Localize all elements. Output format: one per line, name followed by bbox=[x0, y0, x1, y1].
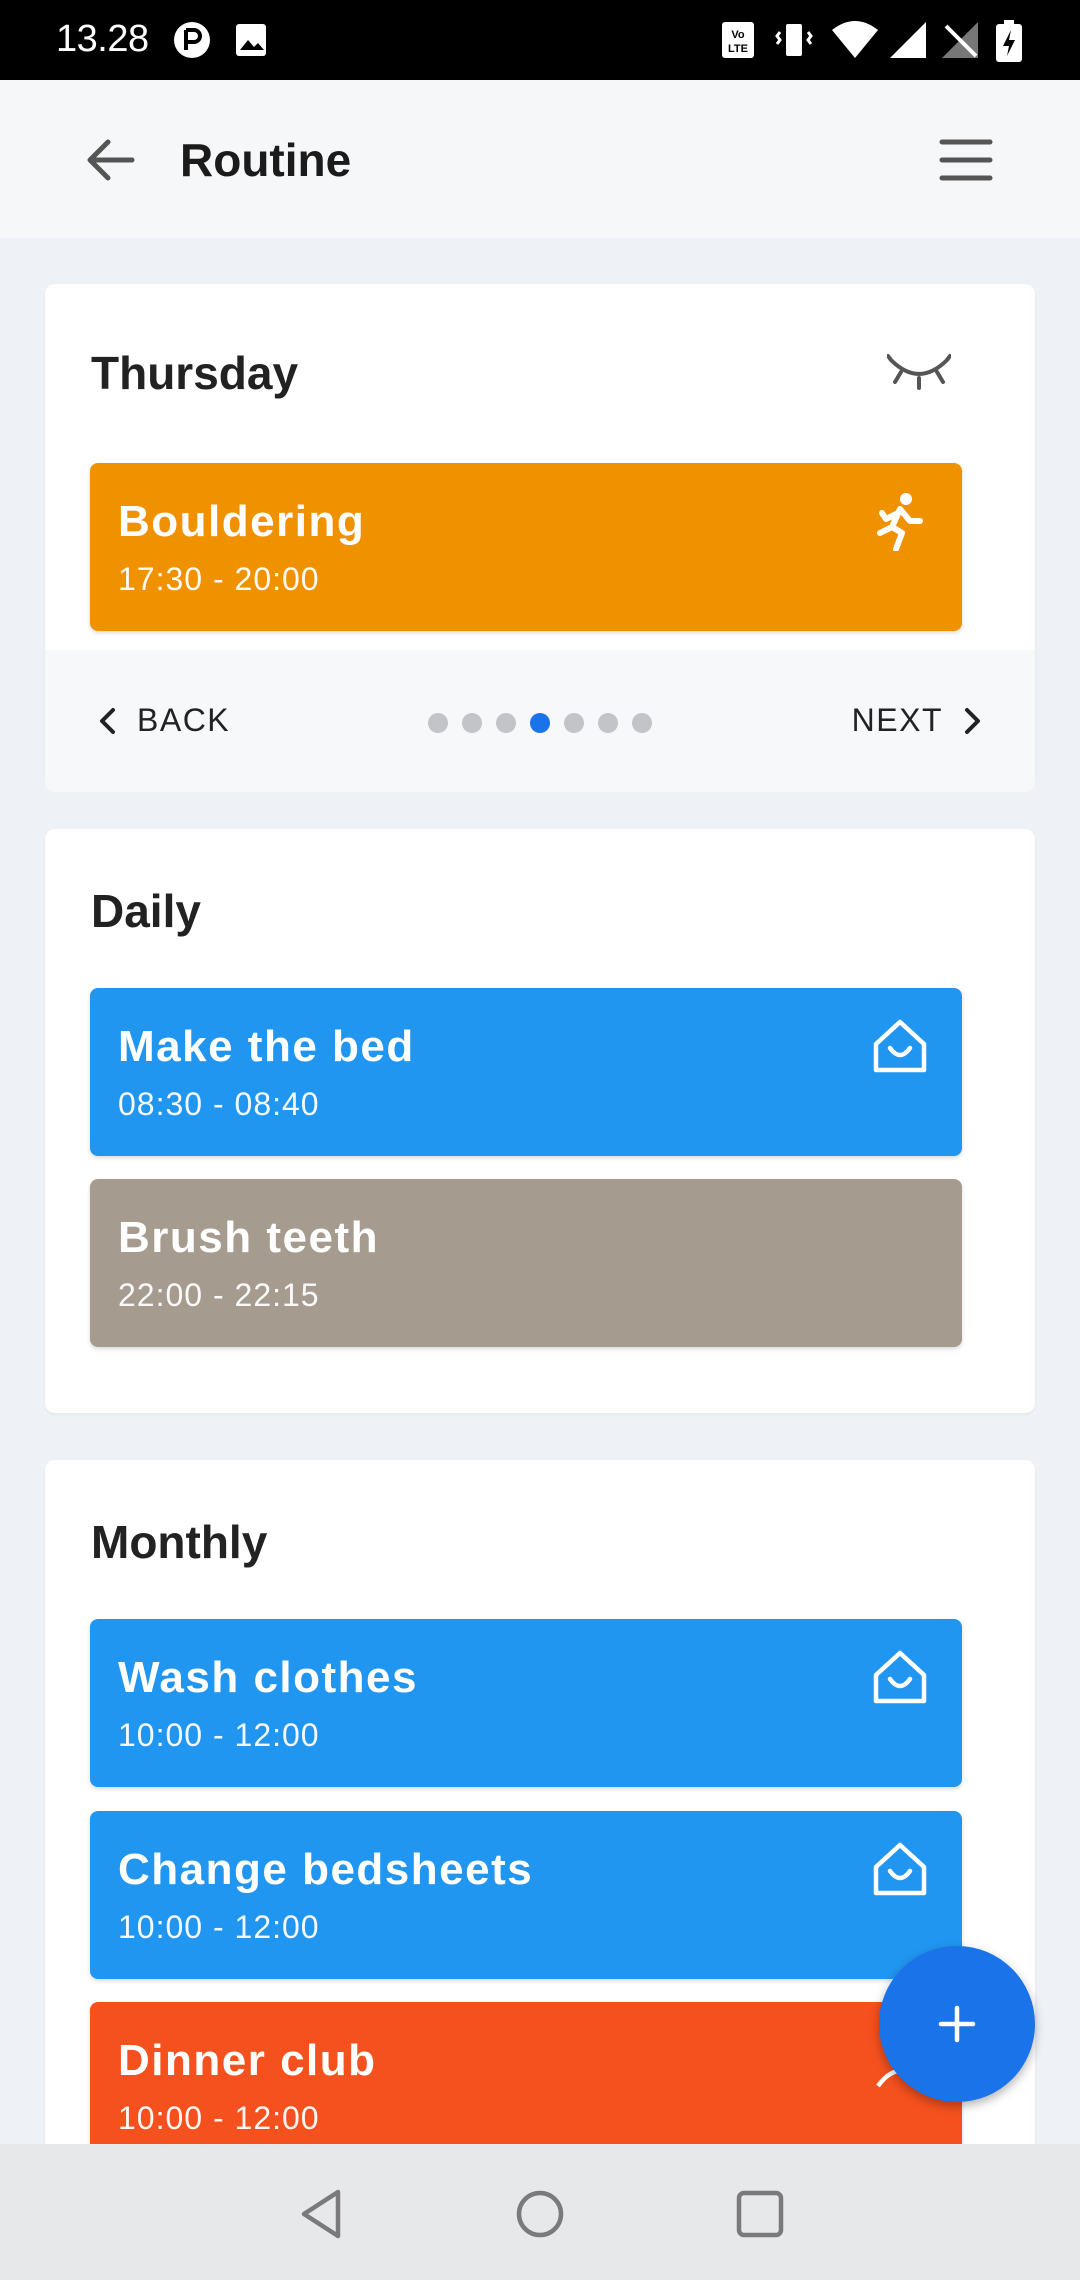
item-name: Brush teeth bbox=[118, 1213, 379, 1262]
card-title-daily: Daily bbox=[91, 885, 201, 937]
item-name: Dinner club bbox=[118, 2036, 377, 2085]
home-icon bbox=[873, 1019, 927, 1073]
page-dot[interactable] bbox=[564, 713, 584, 733]
routine-item-bouldering[interactable]: Bouldering 17:30 - 20:00 bbox=[90, 463, 962, 631]
system-nav-bar bbox=[0, 2144, 1080, 2280]
eye-closed-icon[interactable] bbox=[887, 350, 951, 390]
nav-recents-icon[interactable] bbox=[732, 2186, 788, 2242]
svg-text:LTE: LTE bbox=[728, 43, 748, 55]
next-button-label: NEXT bbox=[851, 702, 943, 738]
svg-text:Vo: Vo bbox=[731, 29, 745, 41]
battery-charging-icon bbox=[996, 20, 1022, 62]
home-icon bbox=[873, 1842, 927, 1896]
page-indicator bbox=[428, 713, 666, 735]
pager: BACK NEXT bbox=[45, 650, 1035, 792]
daily-card: Daily Make the bed 08:30 - 08:40 Brush t… bbox=[45, 829, 1035, 1413]
running-icon bbox=[877, 493, 923, 551]
item-name: Make the bed bbox=[118, 1022, 415, 1071]
routine-item-wash-clothes[interactable]: Wash clothes 10:00 - 12:00 bbox=[90, 1619, 962, 1787]
hamburger-menu-icon[interactable] bbox=[936, 130, 996, 190]
next-button[interactable]: NEXT bbox=[852, 702, 985, 739]
thursday-card: Thursday Bouldering 17:30 - 20:00 BACK N… bbox=[45, 284, 1035, 792]
home-icon bbox=[873, 1650, 927, 1704]
page-dot[interactable] bbox=[496, 713, 516, 733]
no-signal-icon bbox=[942, 22, 978, 58]
item-name: Bouldering bbox=[118, 497, 366, 546]
routine-item-brush-teeth[interactable]: Brush teeth 22:00 - 22:15 bbox=[90, 1179, 962, 1347]
page-dot[interactable] bbox=[428, 713, 448, 733]
card-title-thursday: Thursday bbox=[91, 347, 299, 399]
wifi-icon bbox=[832, 21, 878, 58]
chevron-left-icon bbox=[100, 707, 115, 734]
routine-item-change-bedsheets[interactable]: Change bedsheets 10:00 - 12:00 bbox=[90, 1811, 962, 1979]
chevron-right-icon bbox=[965, 707, 980, 734]
vibrate-icon bbox=[775, 24, 813, 56]
back-button-label: BACK bbox=[137, 702, 231, 738]
item-time: 08:30 - 08:40 bbox=[118, 1086, 320, 1122]
item-time: 10:00 - 12:00 bbox=[118, 1909, 320, 1945]
status-time: 13.28 bbox=[56, 18, 149, 60]
item-name: Wash clothes bbox=[118, 1653, 418, 1702]
item-time: 10:00 - 12:00 bbox=[118, 1717, 320, 1753]
routine-item-make-the-bed[interactable]: Make the bed 08:30 - 08:40 bbox=[90, 988, 962, 1156]
image-notification-icon bbox=[236, 24, 266, 56]
nav-back-icon[interactable] bbox=[294, 2186, 350, 2242]
back-button[interactable]: BACK bbox=[95, 702, 230, 739]
page-dot[interactable] bbox=[598, 713, 618, 733]
page-dot-active[interactable] bbox=[530, 713, 550, 733]
app-notification-icon bbox=[174, 22, 210, 58]
page-dot[interactable] bbox=[632, 713, 652, 733]
status-bar: 13.28 Vo LTE bbox=[0, 0, 1080, 80]
nav-home-icon[interactable] bbox=[512, 2186, 568, 2242]
card-title-monthly: Monthly bbox=[91, 1516, 268, 1568]
app-bar: Routine bbox=[0, 80, 1080, 238]
signal-icon bbox=[890, 22, 926, 58]
item-time: 22:00 - 22:15 bbox=[118, 1277, 320, 1313]
volte-icon: Vo LTE bbox=[722, 22, 754, 58]
plus-icon bbox=[938, 2005, 976, 2043]
add-routine-button[interactable] bbox=[879, 1946, 1035, 2102]
page-dot[interactable] bbox=[462, 713, 482, 733]
item-time: 10:00 - 12:00 bbox=[118, 2100, 320, 2136]
page-title: Routine bbox=[180, 134, 352, 186]
back-arrow-icon[interactable] bbox=[82, 130, 142, 190]
item-name: Change bedsheets bbox=[118, 1845, 534, 1894]
item-time: 17:30 - 20:00 bbox=[118, 561, 320, 597]
